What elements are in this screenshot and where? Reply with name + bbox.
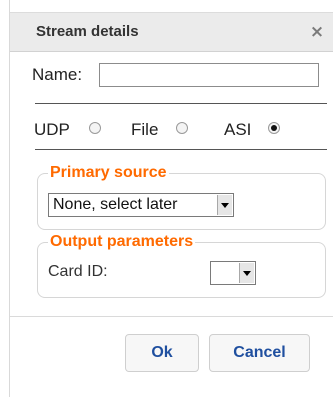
primary-source-legend: Primary source (48, 164, 169, 182)
chevron-down-icon[interactable] (217, 195, 232, 215)
stream-details-dialog: Stream details × Name: UDP File ASI Prim… (9, 0, 333, 397)
card-id-label: Card ID: (48, 263, 108, 280)
name-label: Name: (32, 65, 83, 84)
output-parameters-legend: Output parameters (48, 233, 196, 251)
file-radio-label: File (131, 120, 159, 139)
divider (35, 149, 327, 150)
ok-button[interactable]: Ok (125, 334, 199, 372)
chevron-down-icon[interactable] (239, 263, 254, 283)
dialog-title: Stream details (36, 23, 139, 40)
card-id-select[interactable] (210, 261, 256, 285)
udp-radio-label: UDP (34, 120, 70, 139)
primary-source-group: Primary source None, select later (37, 164, 326, 230)
asi-radio[interactable] (268, 122, 280, 134)
close-icon[interactable]: × (308, 23, 326, 41)
primary-source-value: None, select later (53, 196, 178, 213)
divider (35, 103, 327, 104)
output-parameters-group: Output parameters Card ID: (37, 233, 326, 298)
footer-divider (10, 316, 333, 317)
cancel-button[interactable]: Cancel (209, 334, 310, 372)
asi-radio-label: ASI (224, 120, 252, 139)
dialog-titlebar: Stream details × (10, 12, 333, 52)
file-radio[interactable] (176, 122, 188, 134)
primary-source-select[interactable]: None, select later (48, 193, 234, 217)
name-input[interactable] (99, 63, 319, 87)
udp-radio[interactable] (89, 122, 101, 134)
